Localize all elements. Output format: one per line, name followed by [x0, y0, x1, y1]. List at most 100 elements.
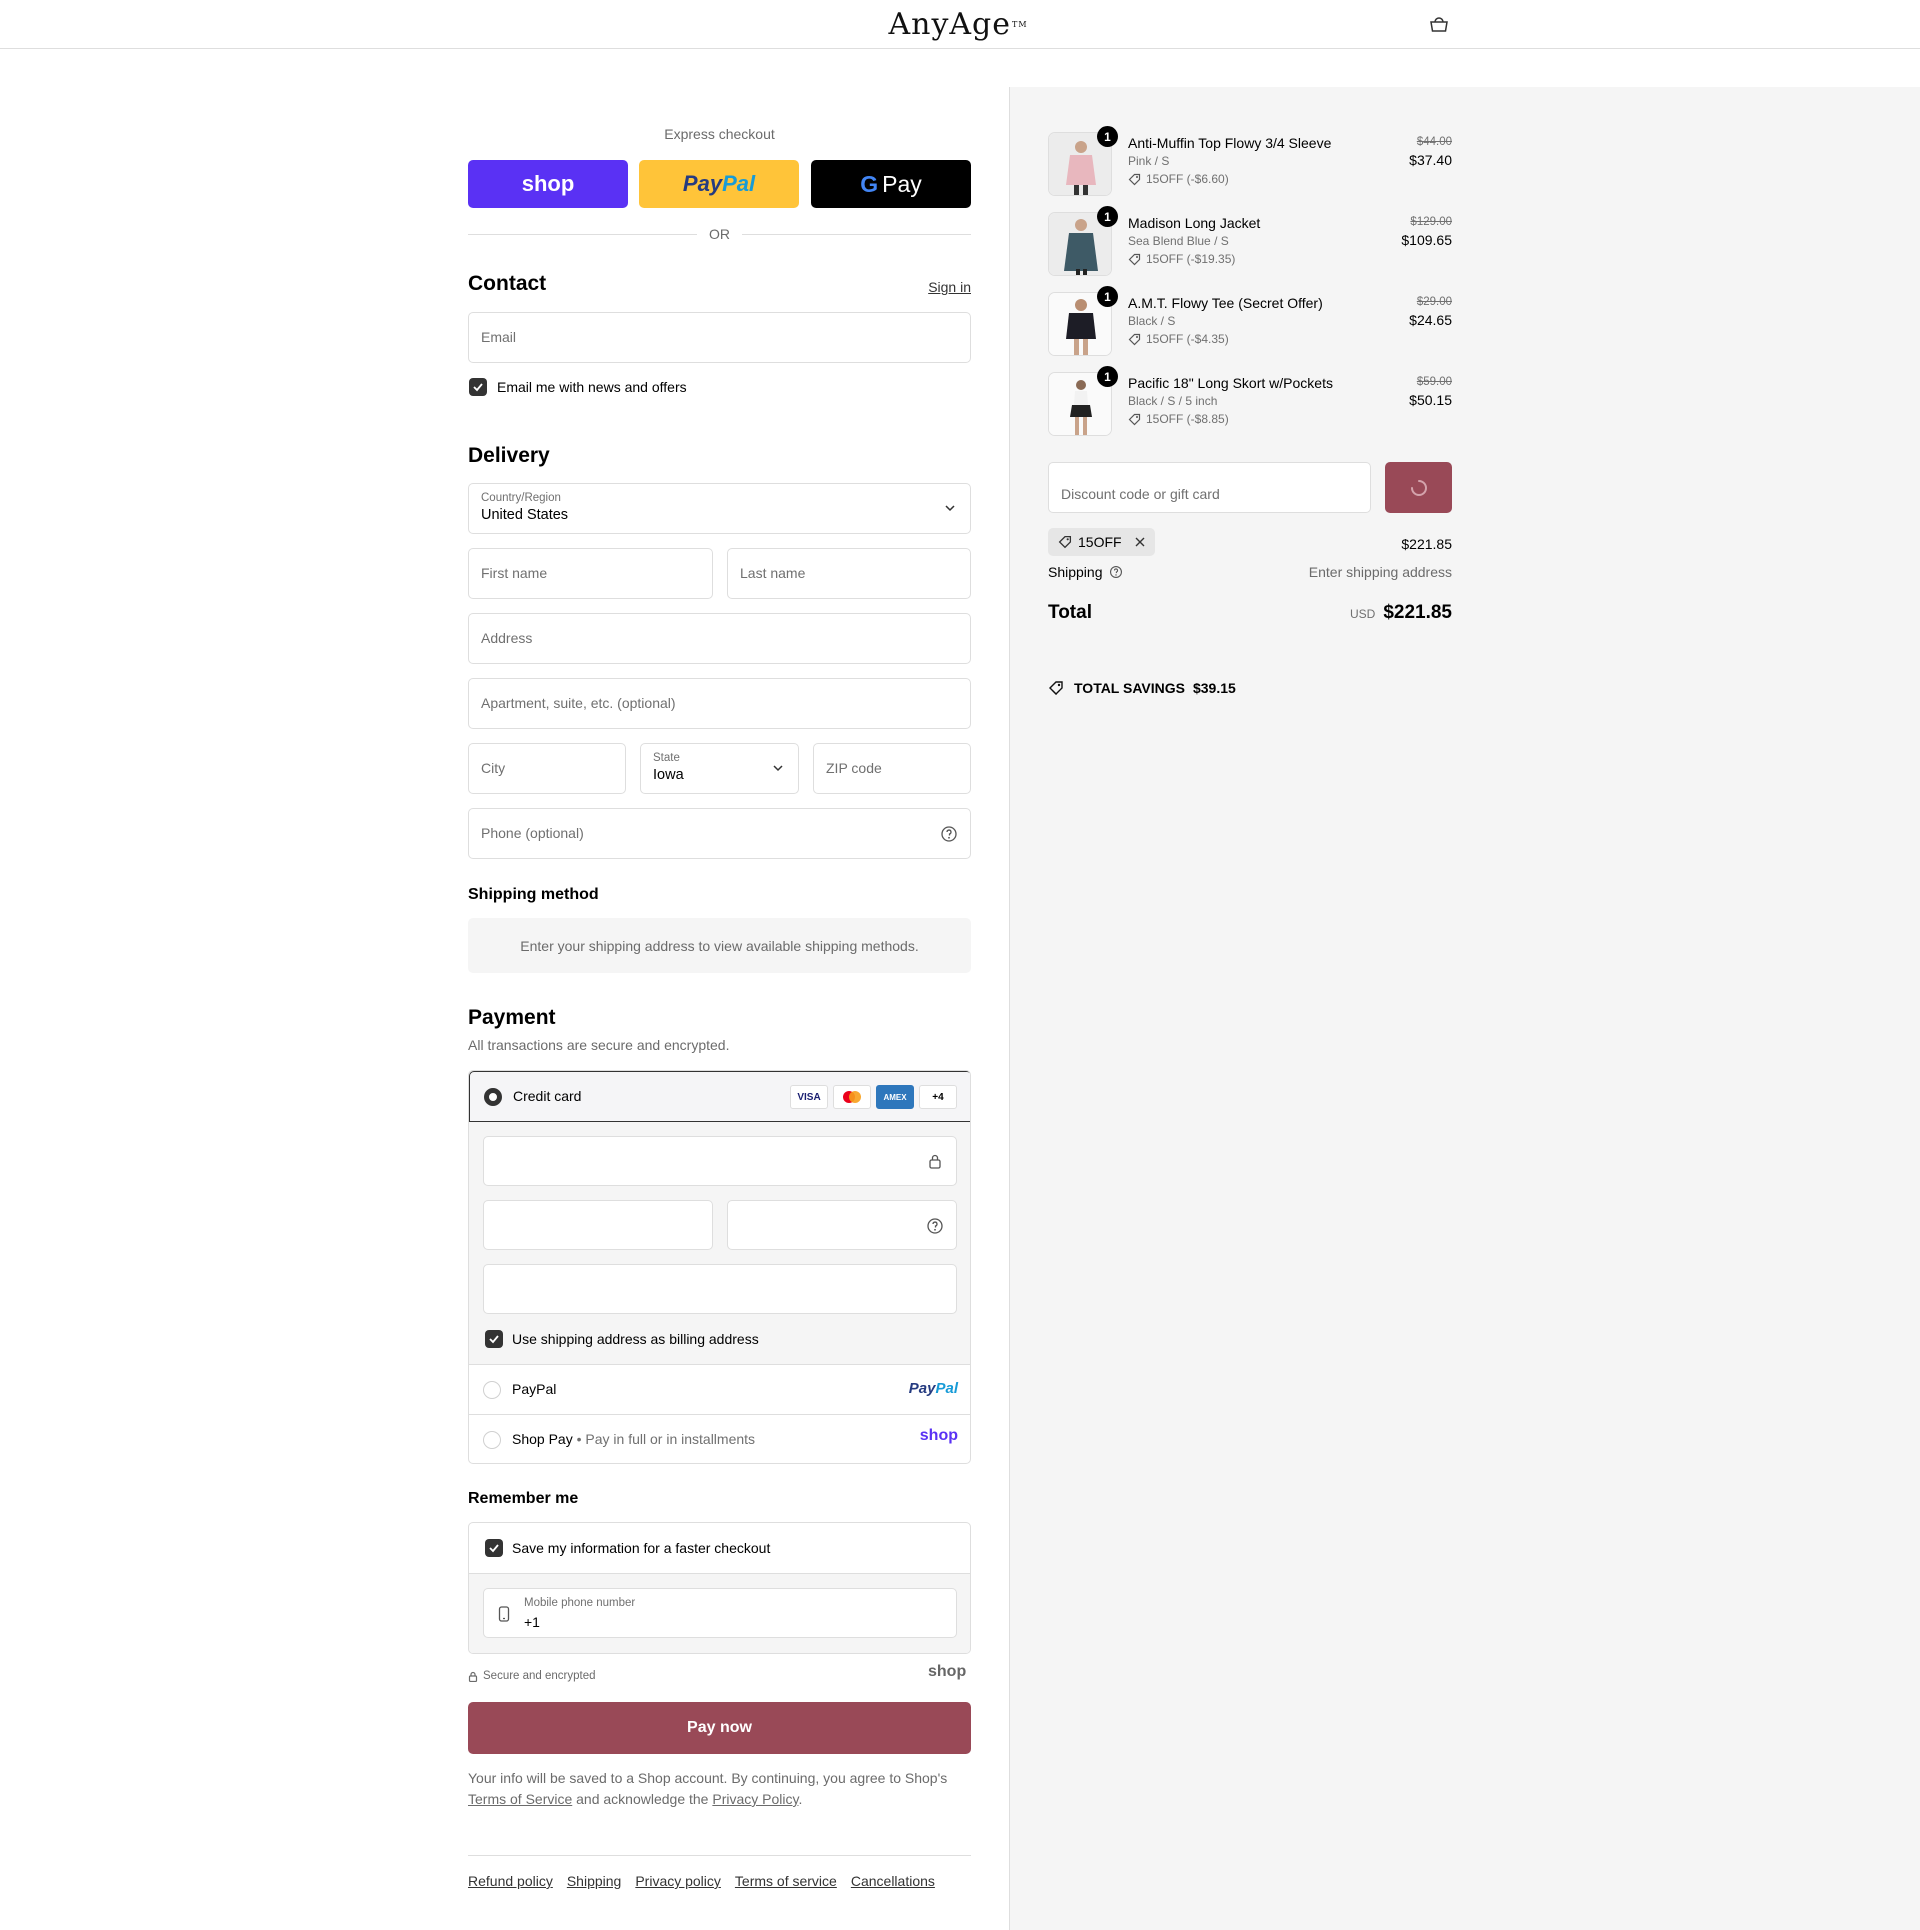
shipping-label: Shipping: [1048, 564, 1103, 580]
item-original-price: $29.00: [1416, 296, 1452, 308]
terms-of-service-link[interactable]: Terms of service: [735, 1873, 837, 1889]
card-cvv-field[interactable]: [727, 1200, 957, 1250]
card-number-field[interactable]: [483, 1136, 957, 1186]
save-info-checkbox[interactable]: [485, 1539, 503, 1557]
cart-item: 1 Madison Long Jacket Sea Blend Blue / S…: [1048, 206, 1452, 276]
shipping-link[interactable]: Shipping: [567, 1873, 622, 1889]
legal-end: .: [798, 1791, 803, 1807]
item-price: $50.15: [1409, 392, 1452, 408]
lock-icon: [468, 1671, 478, 1682]
secure-encrypted-note: Secure and encrypted: [468, 1670, 596, 1682]
phone-placeholder: Phone (optional): [481, 825, 584, 841]
applied-code-text: 15OFF: [1078, 534, 1122, 550]
credit-card-radio[interactable]: [484, 1088, 502, 1106]
paypal-logo-part2: Pal: [722, 171, 756, 196]
credit-card-label: Credit card: [513, 1088, 582, 1104]
total-label: Total: [1048, 602, 1092, 623]
first-name-placeholder: First name: [481, 565, 548, 581]
item-discount: 15OFF (-$6.60): [1128, 172, 1229, 186]
item-discount: 15OFF (-$4.35): [1128, 332, 1229, 346]
delivery-title: Delivery: [468, 444, 550, 467]
shipping-value: Enter shipping address: [1308, 564, 1452, 580]
phone-field[interactable]: Phone (optional): [468, 808, 971, 859]
cancellations-link[interactable]: Cancellations: [851, 1873, 935, 1889]
privacy-policy-link[interactable]: Privacy Policy: [712, 1791, 798, 1807]
tag-icon: [1058, 535, 1072, 549]
apartment-field[interactable]: Apartment, suite, etc. (optional): [468, 678, 971, 729]
shop-pay-logo: shop: [521, 171, 575, 196]
shop-pay-label: Shop Pay: [512, 1431, 573, 1447]
tag-icon: [1128, 173, 1141, 185]
google-pay-button[interactable]: G Pay: [811, 160, 971, 208]
shop-pay-button[interactable]: shop: [468, 160, 628, 208]
mobile-phone-label: Mobile phone number: [524, 1597, 636, 1609]
terms-of-service-link[interactable]: Terms of Service: [468, 1791, 572, 1807]
more-cards-badge: +4: [919, 1085, 957, 1109]
newsletter-label: Email me with news and offers: [497, 379, 687, 395]
paypal-option[interactable]: PayPal PayPal: [469, 1365, 970, 1415]
logo-text: AnyAge: [888, 6, 1012, 42]
last-name-field[interactable]: Last name: [727, 548, 971, 599]
mobile-phone-icon: [498, 1606, 510, 1622]
discount-code-field[interactable]: Discount code or gift card: [1048, 462, 1371, 513]
header: AnyAge TM: [0, 0, 1920, 49]
help-icon[interactable]: [1109, 565, 1123, 579]
billing-same-label: Use shipping address as billing address: [512, 1331, 759, 1347]
remember-me-body: Mobile phone number +1: [469, 1573, 970, 1653]
shop-logo: shop: [928, 1663, 967, 1680]
cart-icon[interactable]: [1428, 15, 1450, 35]
pay-now-button[interactable]: Pay now: [468, 1702, 971, 1754]
card-expiry-field[interactable]: [483, 1200, 713, 1250]
city-field[interactable]: City: [468, 743, 626, 794]
shipping-notice-text: Enter your shipping address to view avai…: [520, 937, 919, 954]
help-icon[interactable]: [940, 825, 958, 843]
zip-field[interactable]: ZIP code: [813, 743, 971, 794]
paypal-logo: PayPal: [909, 1380, 958, 1397]
mobile-phone-value: +1: [524, 1614, 540, 1630]
country-value: United States: [481, 507, 569, 523]
sign-in-link[interactable]: Sign in: [928, 279, 971, 295]
paypal-logo-part1: Pay: [682, 171, 723, 196]
shop-pay-option[interactable]: Shop Pay • Pay in full or in installment…: [469, 1415, 970, 1463]
first-name-field[interactable]: First name: [468, 548, 713, 599]
shop-pay-logo: shop: [919, 1427, 958, 1444]
country-select[interactable]: Country/Region United States: [468, 483, 971, 534]
store-logo[interactable]: AnyAge TM: [880, 4, 1036, 44]
newsletter-checkbox[interactable]: [469, 378, 487, 396]
mobile-phone-field[interactable]: Mobile phone number +1: [483, 1588, 957, 1638]
footer-divider: [468, 1855, 971, 1856]
save-info-label: Save my information for a faster checkou…: [512, 1540, 771, 1556]
paypal-radio[interactable]: [483, 1381, 501, 1399]
contact-title: Contact: [468, 272, 547, 295]
gpay-label: Pay: [882, 170, 922, 197]
zip-placeholder: ZIP code: [826, 760, 882, 776]
address-placeholder: Address: [481, 630, 533, 646]
state-value: Iowa: [653, 767, 684, 783]
legal-text: Your info will be saved to a Shop accoun…: [468, 1768, 971, 1810]
spinner-icon: [1410, 479, 1427, 496]
paypal-logo-part2: Pal: [935, 1380, 958, 1397]
help-icon[interactable]: [926, 1217, 944, 1235]
item-title: Anti-Muffin Top Flowy 3/4 Sleeve: [1128, 135, 1332, 151]
apply-discount-button[interactable]: [1385, 462, 1452, 513]
card-name-field[interactable]: [483, 1264, 957, 1314]
billing-same-checkbox[interactable]: [485, 1330, 503, 1348]
item-original-price: $129.00: [1410, 216, 1452, 228]
item-price: $109.65: [1401, 232, 1452, 248]
mastercard-icon: [833, 1085, 871, 1109]
state-select[interactable]: State Iowa: [640, 743, 799, 794]
paypal-button[interactable]: Pay Pal: [639, 160, 799, 208]
payment-methods: Credit card VISA AMEX +4 Use shipping ad…: [468, 1070, 971, 1464]
refund-policy-link[interactable]: Refund policy: [468, 1873, 553, 1889]
quantity-badge: 1: [1097, 286, 1118, 307]
credit-card-option[interactable]: Credit card VISA AMEX +4: [469, 1071, 970, 1122]
shop-pay-radio[interactable]: [483, 1431, 501, 1449]
address-field[interactable]: Address: [468, 613, 971, 664]
email-field[interactable]: Email: [468, 312, 971, 363]
logo-tm: TM: [1012, 19, 1028, 29]
savings-value: $39.15: [1192, 680, 1236, 696]
check-icon: [473, 383, 483, 392]
savings-label: TOTAL SAVINGS: [1074, 680, 1185, 696]
privacy-policy-link[interactable]: Privacy policy: [635, 1873, 721, 1889]
close-icon[interactable]: [1134, 536, 1146, 548]
